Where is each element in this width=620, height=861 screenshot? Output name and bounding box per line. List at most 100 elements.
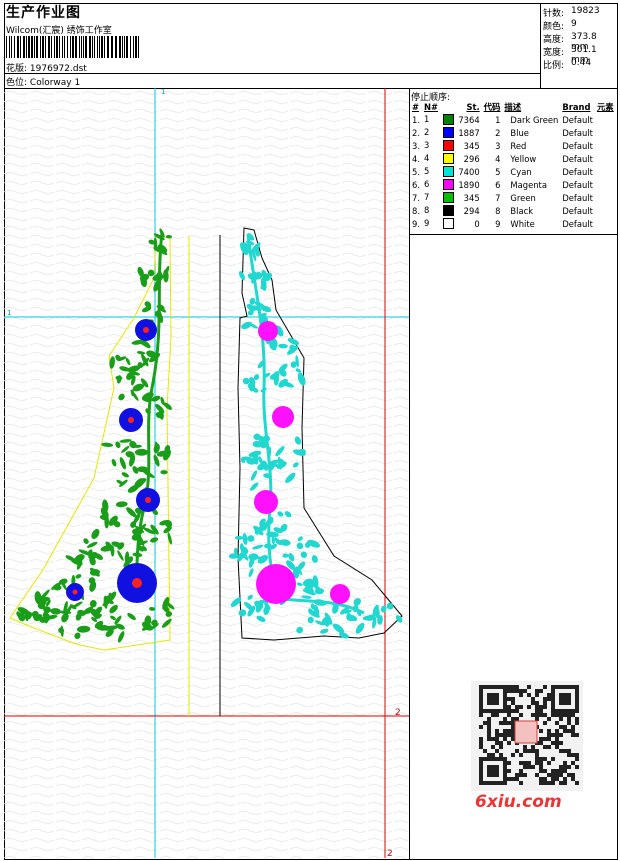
seq-code: 4 — [495, 153, 501, 164]
stat-scale-label: 比例: — [543, 61, 565, 71]
seq-element — [595, 178, 616, 191]
seq-brand: Default — [562, 205, 593, 216]
embroidery-preview: 1 1 2 2 — [4, 88, 409, 858]
seq-number: 4 — [422, 152, 456, 165]
seq-number-text: 5 — [424, 166, 430, 176]
sequence-row[interactable]: 9. 9 0 9 White Default — [410, 217, 616, 230]
seq-desc: Cyan — [510, 166, 532, 177]
stat-colors-value: 9 — [571, 19, 577, 29]
seq-index: 5. — [412, 166, 420, 177]
seq-number: 3 — [422, 139, 456, 152]
seq-index: 2. — [412, 127, 420, 138]
seq-desc: Yellow — [510, 153, 537, 164]
sequence-row[interactable]: 5. 5 7400 5 Cyan Default — [410, 165, 616, 178]
seq-element — [595, 139, 616, 152]
col-index-header: # — [412, 102, 420, 112]
barcode — [6, 36, 139, 58]
seq-code: 2 — [495, 127, 501, 138]
sequence-row[interactable]: 6. 6 1890 6 Magenta Default — [410, 178, 616, 191]
seq-stitches: 296 — [463, 153, 480, 164]
seq-desc: White — [510, 218, 535, 229]
stat-stitches-label: 针数: — [543, 9, 565, 19]
seq-index: 3. — [412, 140, 420, 151]
seq-element — [595, 204, 616, 217]
stat-width-label: 宽度: — [543, 48, 565, 58]
seq-number: 8 — [422, 204, 456, 217]
canvas-texture — [4, 88, 409, 858]
seq-element — [595, 217, 616, 230]
stat-scale-value: 0.44 — [571, 58, 592, 68]
seq-desc: Black — [510, 205, 534, 216]
seq-number-text: 3 — [424, 140, 430, 150]
col-code-header: 代码 — [483, 102, 501, 112]
seq-stitches: 0 — [474, 218, 480, 229]
color-swatch — [443, 179, 455, 190]
color-swatch — [443, 192, 455, 203]
seq-stitches: 1890 — [458, 179, 480, 190]
stat-colors-label: 颜色: — [543, 22, 565, 32]
color-swatch — [443, 114, 455, 125]
seq-stitches: 294 — [463, 205, 480, 216]
sequence-row[interactable]: 1. 1 7364 1 Dark Green Default — [410, 113, 616, 126]
seq-stitches: 345 — [463, 192, 480, 203]
seq-stitches: 1887 — [458, 127, 480, 138]
seq-number-text: 7 — [424, 192, 430, 202]
sequence-header-row: # N# St. 代码 描述 Brand 元素 — [410, 101, 616, 113]
design-canvas[interactable]: 1 1 2 2 — [4, 88, 409, 858]
seq-number-text: 9 — [424, 218, 430, 228]
seq-code: 3 — [495, 140, 501, 151]
seq-desc: Blue — [510, 127, 529, 138]
color-sequence-table: # N# St. 代码 描述 Brand 元素 1. 1 7364 1 Dark Gre… — [410, 101, 616, 230]
col-stitches-header: St. — [466, 102, 480, 112]
seq-element — [595, 165, 616, 178]
stat-height-label: 高度: — [543, 35, 565, 45]
seq-brand: Default — [562, 192, 593, 203]
seq-index: 1. — [412, 114, 420, 125]
guide-red-bottom-marker: 2 — [387, 849, 393, 858]
seq-number-text: 8 — [424, 205, 430, 215]
company-name: Wilcom(汇宸) 绣饰工作室 — [6, 26, 112, 36]
seq-number: 1 — [422, 113, 456, 126]
color-swatch — [443, 166, 455, 177]
design-line: 花版: 1976972.dst — [6, 61, 87, 74]
sequence-row[interactable]: 3. 3 345 3 Red Default — [410, 139, 616, 152]
seq-index: 9. — [412, 218, 420, 229]
seq-code: 1 — [495, 114, 501, 125]
seq-index: 7. — [412, 192, 420, 203]
seq-number: 9 — [422, 217, 456, 230]
seq-index: 6. — [412, 179, 420, 190]
seq-brand: Default — [562, 140, 593, 151]
guide-cyan-left-marker: 1 — [7, 309, 11, 317]
guide-red-right-marker: 2 — [395, 708, 401, 718]
seq-brand: Default — [562, 127, 593, 138]
seq-stitches: 345 — [463, 140, 480, 151]
sequence-row[interactable]: 2. 2 1887 2 Blue Default — [410, 126, 616, 139]
color-swatch — [443, 218, 455, 229]
colorway-value: Colorway 1 — [29, 78, 81, 88]
stat-colors: 颜色: 9 — [543, 19, 577, 32]
seq-brand: Default — [562, 179, 593, 190]
seq-code: 9 — [495, 218, 501, 229]
design-label: 花版: — [6, 64, 28, 74]
col-desc-header: 描述 — [504, 102, 522, 112]
seq-element — [595, 191, 616, 204]
seq-code: 8 — [495, 205, 501, 216]
design-value: 1976972.dst — [29, 64, 87, 74]
seq-number: 2 — [422, 126, 456, 139]
seq-number-text: 2 — [424, 127, 430, 137]
seq-number: 5 — [422, 165, 456, 178]
color-swatch — [443, 153, 455, 164]
seq-code: 6 — [495, 179, 501, 190]
seq-number-text: 1 — [424, 114, 430, 124]
seq-element — [595, 126, 616, 139]
seq-element — [595, 152, 616, 165]
seq-desc: Red — [510, 140, 527, 151]
color-swatch — [443, 140, 455, 151]
seq-element — [595, 113, 616, 126]
sequence-row[interactable]: 7. 7 345 7 Green Default — [410, 191, 616, 204]
sequence-row[interactable]: 4. 4 296 4 Yellow Default — [410, 152, 616, 165]
sequence-row[interactable]: 8. 8 294 8 Black Default — [410, 204, 616, 217]
seq-number: 7 — [422, 191, 456, 204]
seq-brand: Default — [562, 166, 593, 177]
seq-brand: Default — [562, 153, 593, 164]
